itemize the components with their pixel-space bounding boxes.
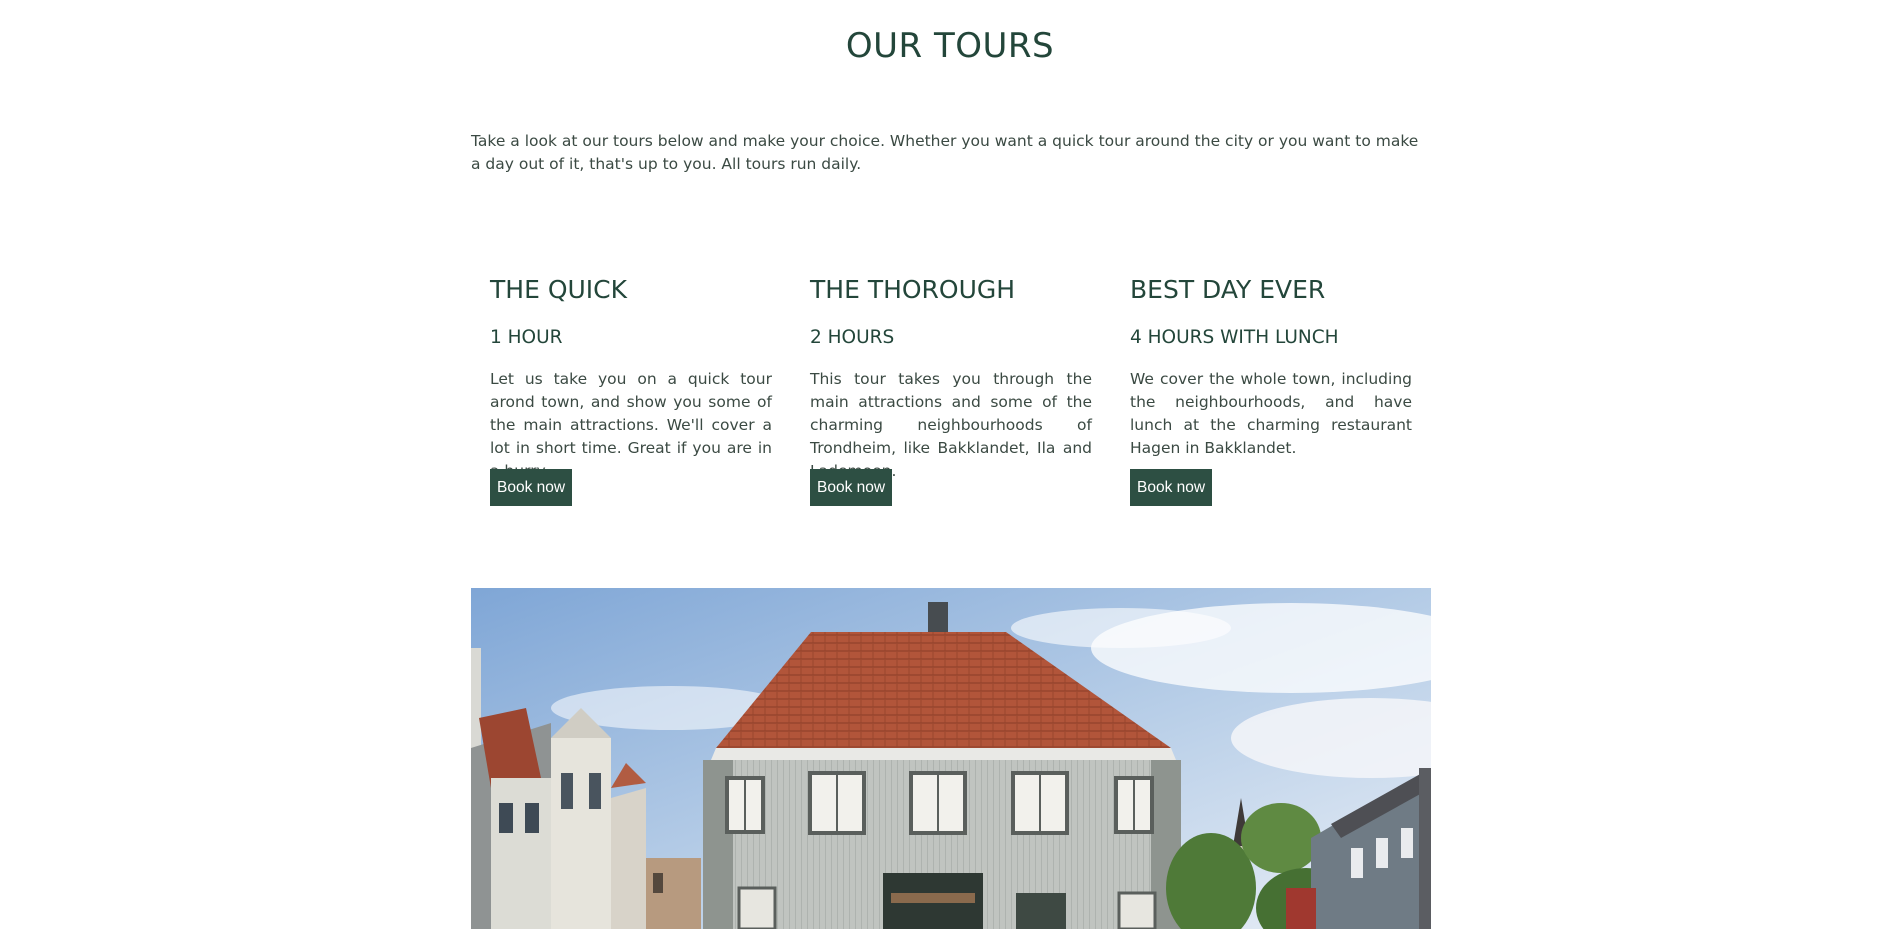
tour-card-best-day-ever: BEST DAY EVER 4 HOURS WITH LUNCH We cove… [1130,274,1412,506]
tour-description: This tour takes you through the main att… [810,370,1092,480]
tour-description: Let us take you on a quick tour arond to… [490,370,772,480]
hero-image-houses [471,588,1431,929]
intro-text: Take a look at our tours below and make … [471,132,1419,173]
tour-card-quick: THE QUICK 1 HOUR Let us take you on a qu… [490,274,772,506]
tour-card-thorough: THE THOROUGH 2 HOURS This tour takes you… [810,274,1092,506]
tour-duration: 1 HOUR [490,327,563,348]
tour-duration: 2 HOURS [810,327,895,348]
tour-name: THE QUICK [490,275,628,304]
tour-description: We cover the whole town, including the n… [1130,370,1412,457]
tour-duration: 4 HOURS WITH LUNCH [1130,327,1339,348]
book-now-button[interactable]: Book now [490,469,573,506]
book-now-button[interactable]: Book now [810,469,893,506]
tour-name: BEST DAY EVER [1130,275,1326,304]
tour-name: THE THOROUGH [810,275,1016,304]
tours-page: OUR TOURS Take a look at our tours below… [0,0,1900,929]
book-now-button[interactable]: Book now [1130,469,1213,506]
page-title: OUR TOURS [845,26,1055,66]
